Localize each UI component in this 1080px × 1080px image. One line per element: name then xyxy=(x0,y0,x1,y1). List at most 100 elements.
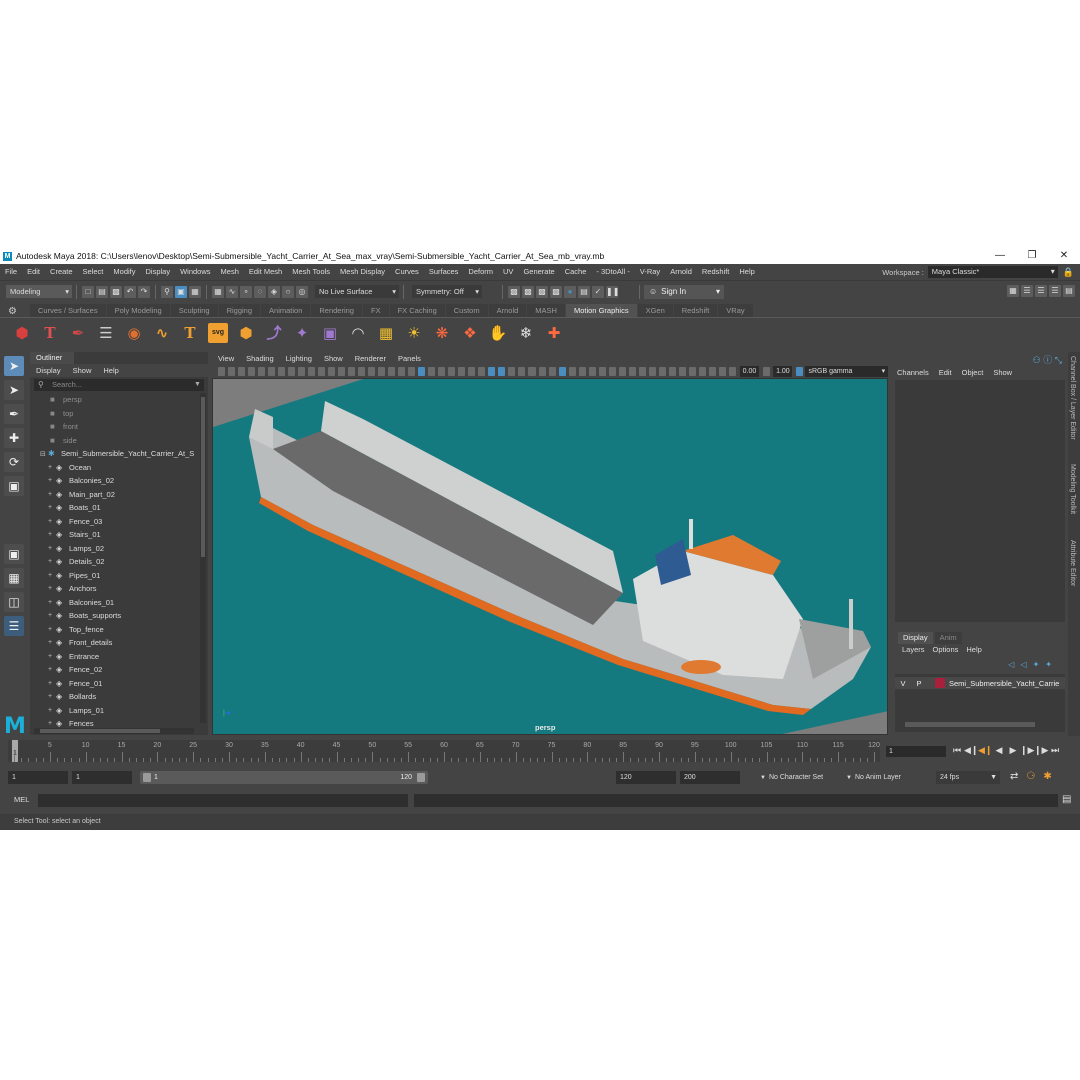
channel-menu-object[interactable]: Object xyxy=(957,368,989,377)
outliner-tab[interactable]: Outliner xyxy=(30,352,74,364)
viewport-tool-icon[interactable] xyxy=(227,366,235,376)
viewport-tool-icon[interactable] xyxy=(678,366,686,376)
expand-icon[interactable]: + xyxy=(48,612,56,619)
mash-network-icon[interactable]: ⬢ xyxy=(12,323,32,343)
viewport-menu-show[interactable]: Show xyxy=(318,354,349,363)
brush-tool-icon[interactable]: ✦ xyxy=(292,323,312,343)
move-tool-icon[interactable]: ✚ xyxy=(4,428,24,448)
menu-deform[interactable]: Deform xyxy=(463,267,498,276)
viewport-tool-icon[interactable] xyxy=(267,366,275,376)
viewport-tool-icon[interactable] xyxy=(357,366,365,376)
expand-icon[interactable]: + xyxy=(48,491,56,498)
play-forwards-icon[interactable]: ▶ xyxy=(1006,745,1020,756)
viewport-tool-icon[interactable] xyxy=(618,366,626,376)
layer-color-swatch[interactable] xyxy=(935,678,945,688)
viewport-tool-icon[interactable] xyxy=(277,366,285,376)
viewport-menu-renderer[interactable]: Renderer xyxy=(349,354,392,363)
character-set-dropdown[interactable]: ▼ No Character Set xyxy=(756,771,840,784)
outliner-menu-show[interactable]: Show xyxy=(67,366,98,375)
four-view-icon[interactable]: ▦ xyxy=(4,568,24,588)
viewport-tool-icon[interactable] xyxy=(719,366,727,376)
light-editor-icon[interactable]: ✓ xyxy=(592,285,604,298)
undo-icon[interactable]: ↶ xyxy=(124,285,136,298)
viewport-tool-icon[interactable] xyxy=(528,366,536,376)
sign-in-button[interactable]: ☺ Sign In xyxy=(644,284,724,299)
snap-grid-icon[interactable]: ▦ xyxy=(212,285,224,298)
side-tab-attribute-editor[interactable]: Attribute Editor xyxy=(1069,540,1076,586)
make-live-icon[interactable]: ○ xyxy=(282,285,294,298)
expand-icon[interactable]: + xyxy=(48,464,56,471)
step-back-key-icon[interactable]: ◀❙ xyxy=(964,745,978,756)
hand-tool-icon[interactable]: ✋ xyxy=(488,323,508,343)
animation-end-field[interactable]: 200 xyxy=(680,771,740,784)
text-tool-icon[interactable]: T xyxy=(40,323,60,343)
rotate-tool-icon[interactable]: ⟳ xyxy=(4,452,24,472)
channel-box-icon[interactable]: ☰ xyxy=(1049,285,1061,297)
shelf-tab-fx-caching[interactable]: FX Caching xyxy=(389,304,445,317)
live-surface-field[interactable]: No Live Surface xyxy=(315,285,399,298)
viewport-tool-icon[interactable] xyxy=(598,366,606,376)
layer-row[interactable]: V P Semi_Submersible_Yacht_Carrie xyxy=(895,677,1065,689)
outliner-item-row[interactable]: + ◈ Fences xyxy=(34,717,199,728)
viewport-tool-icon[interactable] xyxy=(538,366,546,376)
menu-surfaces[interactable]: Surfaces xyxy=(424,267,464,276)
playback-end-field[interactable]: 120 xyxy=(616,771,676,784)
play-backwards-icon[interactable]: ◀ xyxy=(992,745,1006,756)
expand-icon[interactable]: + xyxy=(48,531,56,538)
channel-menu-edit[interactable]: Edit xyxy=(934,368,957,377)
single-view-icon[interactable]: ▣ xyxy=(4,544,24,564)
ipr-render-icon[interactable]: ▩ xyxy=(536,285,548,298)
menu-edit[interactable]: Edit xyxy=(22,267,45,276)
snap-view-icon[interactable]: ◌ xyxy=(254,285,266,298)
viewport-tool-icon[interactable] xyxy=(668,366,676,376)
viewport-tool-icon[interactable] xyxy=(428,366,436,376)
viewport-tool-icon[interactable] xyxy=(688,366,696,376)
viewport-tool-icon[interactable] xyxy=(699,366,707,376)
layer-menu-options[interactable]: Options xyxy=(929,645,963,657)
render-setup-icon[interactable]: ▤ xyxy=(578,285,590,298)
menu-edit-mesh[interactable]: Edit Mesh xyxy=(244,267,287,276)
symmetry-dropdown[interactable]: Symmetry: Off xyxy=(412,285,482,298)
outliner-item-row[interactable]: + ◈ Front_details xyxy=(34,636,199,650)
add-to-layer-icon[interactable]: ✦ xyxy=(1045,660,1058,669)
shelf-tab-arnold[interactable]: Arnold xyxy=(488,304,527,317)
two-view-icon[interactable]: ◫ xyxy=(4,592,24,612)
viewport-tool-icon[interactable] xyxy=(608,366,616,376)
cloth-tool-icon[interactable]: ❖ xyxy=(460,323,480,343)
lasso-tool-icon[interactable]: ➤ xyxy=(4,380,24,400)
lock-icon[interactable]: 🔒 xyxy=(1063,267,1074,278)
side-tab-modeling-toolkit[interactable]: Modeling Toolkit xyxy=(1069,464,1076,514)
expand-icon[interactable]: ⤡ xyxy=(1055,355,1062,365)
viewport-tool-icon[interactable] xyxy=(488,366,496,376)
paint-select-icon[interactable]: ✒ xyxy=(4,404,24,424)
pivot-tool-icon[interactable]: ✚ xyxy=(544,323,564,343)
expand-icon[interactable]: + xyxy=(48,504,56,511)
go-to-end-icon[interactable]: ⏭ xyxy=(1048,745,1062,756)
outliner-item-row[interactable]: + ◈ Boats_supports xyxy=(34,609,199,623)
outliner-item-row[interactable]: + ◈ Details_02 xyxy=(34,555,199,569)
expand-icon[interactable]: + xyxy=(48,680,56,687)
viewport-tool-icon[interactable] xyxy=(438,366,446,376)
viewport-tool-icon[interactable] xyxy=(478,366,486,376)
shelf-tab-xgen[interactable]: XGen xyxy=(637,304,673,317)
menu-arnold[interactable]: Arnold xyxy=(665,267,697,276)
new-layer-icon[interactable]: ✦ xyxy=(1033,660,1046,669)
command-language-label[interactable]: MEL xyxy=(14,794,29,806)
viewport-tool-icon[interactable] xyxy=(408,366,416,376)
layer-tab-display[interactable]: Display xyxy=(898,632,933,644)
viewport-tool-icon[interactable] xyxy=(588,366,596,376)
shelf-list-icon[interactable]: ☰ xyxy=(96,323,116,343)
viewport-tool-icon[interactable] xyxy=(317,366,325,376)
viewport-tool-icon[interactable] xyxy=(297,366,305,376)
pause-icon[interactable]: ❚❚ xyxy=(606,285,619,298)
outliner-vertical-scrollbar[interactable] xyxy=(200,393,206,723)
shelf-tab-vray[interactable]: VRay xyxy=(718,304,753,317)
snap-curve-icon[interactable]: ∿ xyxy=(226,285,238,298)
outliner-item-row[interactable]: + ◈ Bollards xyxy=(34,690,199,704)
exposure-field[interactable]: 0.00 xyxy=(739,365,760,377)
viewport-tool-icon[interactable] xyxy=(548,366,556,376)
color-management-icon[interactable] xyxy=(795,366,803,376)
loop-icon[interactable]: ⇄ xyxy=(1010,771,1026,782)
preferences-icon[interactable]: ✱ xyxy=(1043,771,1059,782)
shelf-tab-poly-modeling[interactable]: Poly Modeling xyxy=(106,304,170,317)
